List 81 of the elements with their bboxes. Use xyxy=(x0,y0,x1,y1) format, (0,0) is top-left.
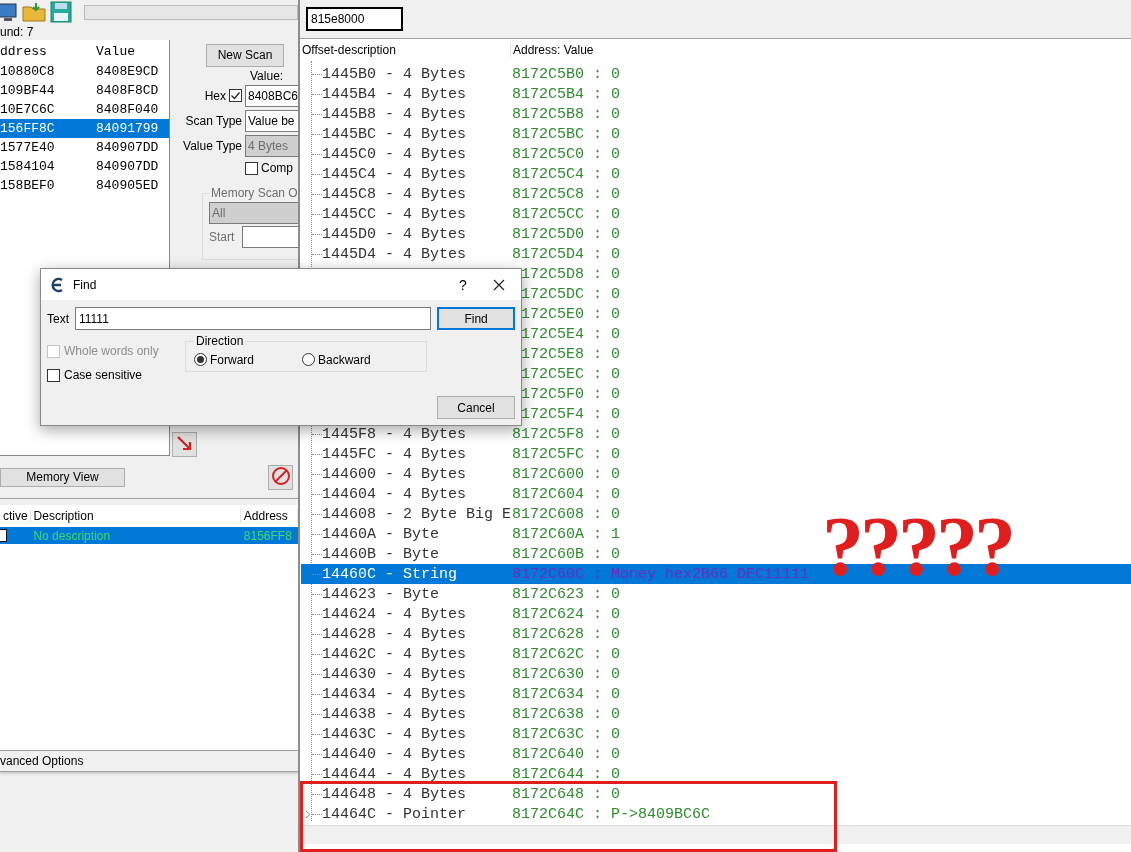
save-icon[interactable] xyxy=(50,1,72,23)
result-row[interactable]: 10E7C6C 8408F040 xyxy=(0,100,169,119)
column-header[interactable]: ddress xyxy=(0,43,90,59)
new-scan-button[interactable]: New Scan xyxy=(206,43,284,67)
structure-row[interactable]: 144604 - 4 Bytes 8172C604 : 0 xyxy=(301,484,1131,504)
radio-label: Backward xyxy=(318,352,371,367)
result-row[interactable]: 109BF44 8408F8CD xyxy=(0,81,169,100)
group-title: Memory Scan O xyxy=(210,186,298,200)
scan-type-label: Scan Type xyxy=(184,113,242,128)
result-row[interactable]: 158BEF0 840905ED xyxy=(0,176,169,195)
computer-icon[interactable] xyxy=(0,2,18,22)
result-row[interactable]: 10880C8 8408E9CD xyxy=(0,62,169,81)
clear-button[interactable] xyxy=(268,464,293,490)
compare-label: Comp xyxy=(261,161,293,175)
folder-icon[interactable] xyxy=(22,2,46,22)
start-label: Start xyxy=(209,230,236,244)
value-type-label: Value Type xyxy=(182,138,242,153)
structure-row[interactable]: 144624 - 4 Bytes 8172C624 : 0 xyxy=(301,604,1131,624)
radio-button[interactable] xyxy=(194,353,207,366)
close-icon[interactable] xyxy=(493,278,505,291)
result-row[interactable]: 1584104 840907DD xyxy=(0,157,169,176)
group-title: Direction xyxy=(195,334,245,348)
structure-row[interactable]: 1445C8 - 4 Bytes 8172C5C8 : 0 xyxy=(301,184,1131,204)
column-header[interactable]: ctive xyxy=(0,509,31,523)
structure-row[interactable]: 144630 - 4 Bytes 8172C630 : 0 xyxy=(301,664,1131,684)
advanced-options-bar[interactable]: vanced Options xyxy=(0,751,298,772)
region-dropdown[interactable]: All xyxy=(209,202,298,224)
value-input[interactable]: 8408BC6 xyxy=(245,84,298,107)
structure-row[interactable]: 144623 - Byte 8172C623 : 0 xyxy=(301,584,1131,604)
structure-row[interactable]: 1445F8 - 4 Bytes 8172C5F8 : 0 xyxy=(301,424,1131,444)
memory-view-button[interactable]: Memory View xyxy=(0,467,125,487)
structure-row[interactable]: 1445B0 - 4 Bytes 8172C5B0 : 0 xyxy=(301,64,1131,84)
structure-row[interactable]: 144644 - 4 Bytes 8172C644 : 0 xyxy=(301,764,1131,784)
structure-row[interactable]: 144638 - 4 Bytes 8172C638 : 0 xyxy=(301,704,1131,724)
help-button[interactable]: ? xyxy=(445,276,481,293)
text-label: Text xyxy=(47,311,69,326)
radio-button[interactable] xyxy=(302,353,315,366)
value-label: Value: xyxy=(250,69,284,83)
structure-row[interactable]: 144628 - 4 Bytes 8172C628 : 0 xyxy=(301,624,1131,644)
structure-row[interactable]: 1445FC - 4 Bytes 8172C5FC : 0 xyxy=(301,444,1131,464)
compare-checkbox[interactable] xyxy=(245,161,258,175)
cancel-button[interactable]: Cancel xyxy=(437,396,515,419)
structure-row[interactable]: 144640 - 4 Bytes 8172C640 : 0 xyxy=(301,744,1131,764)
column-header[interactable]: Address: Value xyxy=(511,43,711,57)
case-sensitive-label: Case sensitive xyxy=(64,368,143,382)
structure-row[interactable]: 1445C0 - 4 Bytes 8172C5C0 : 0 xyxy=(301,144,1131,164)
structure-row[interactable]: 1445B4 - 4 Bytes 8172C5B4 : 0 xyxy=(301,84,1131,104)
whole-words-label: Whole words only xyxy=(64,344,159,358)
found-count: und: 7 xyxy=(0,24,35,40)
hex-label: Hex xyxy=(203,88,226,103)
dialog-title: Find xyxy=(73,277,98,292)
no-sign-icon xyxy=(270,465,291,486)
scan-type-dropdown[interactable]: Value be xyxy=(245,109,298,132)
result-row[interactable]: 156FF8C 84091799 xyxy=(0,119,169,138)
structure-row[interactable]: 14464C - Pointer 8172C64C : P->8409BC6C xyxy=(301,804,1131,824)
radio-label: Forward xyxy=(210,352,254,367)
structure-row[interactable]: 1445B8 - 4 Bytes 8172C5B8 : 0 xyxy=(301,104,1131,124)
column-header[interactable]: Offset-description xyxy=(300,43,511,57)
structure-row[interactable]: 144634 - 4 Bytes 8172C634 : 0 xyxy=(301,684,1131,704)
result-row[interactable]: 1577E40 840907DD xyxy=(0,138,169,157)
find-button[interactable]: Find xyxy=(437,307,515,330)
structure-row[interactable]: 1445CC - 4 Bytes 8172C5CC : 0 xyxy=(301,204,1131,224)
column-header[interactable]: Value xyxy=(90,43,169,59)
hex-checkbox[interactable] xyxy=(229,89,242,102)
structure-row[interactable]: 144600 - 4 Bytes 8172C600 : 0 xyxy=(301,464,1131,484)
expand-icon[interactable] xyxy=(305,810,311,819)
add-to-list-button[interactable] xyxy=(172,432,197,457)
search-field[interactable]: 11111 xyxy=(75,307,432,330)
structure-row[interactable]: 14462C - 4 Bytes 8172C62C : 0 xyxy=(301,644,1131,664)
base-address-field[interactable]: 815e8000 xyxy=(306,7,403,31)
structure-row[interactable]: 144648 - 4 Bytes 8172C648 : 0 xyxy=(301,784,1131,804)
horizontal-scrollbar[interactable] xyxy=(300,825,1131,844)
column-header[interactable]: Description xyxy=(30,509,241,523)
structure-row[interactable]: 1445C4 - 4 Bytes 8172C5C4 : 0 xyxy=(301,164,1131,184)
checkbox[interactable] xyxy=(47,368,60,382)
structure-row[interactable]: 14463C - 4 Bytes 8172C63C : 0 xyxy=(301,724,1131,744)
structure-row[interactable]: 1445BC - 4 Bytes 8172C5BC : 0 xyxy=(301,124,1131,144)
start-input[interactable] xyxy=(242,226,298,248)
app-icon xyxy=(49,276,65,293)
structure-row[interactable]: 1445D0 - 4 Bytes 8172C5D0 : 0 xyxy=(301,224,1131,244)
structure-row[interactable]: 1445D4 - 4 Bytes 8172C5D4 : 0 xyxy=(301,244,1131,264)
